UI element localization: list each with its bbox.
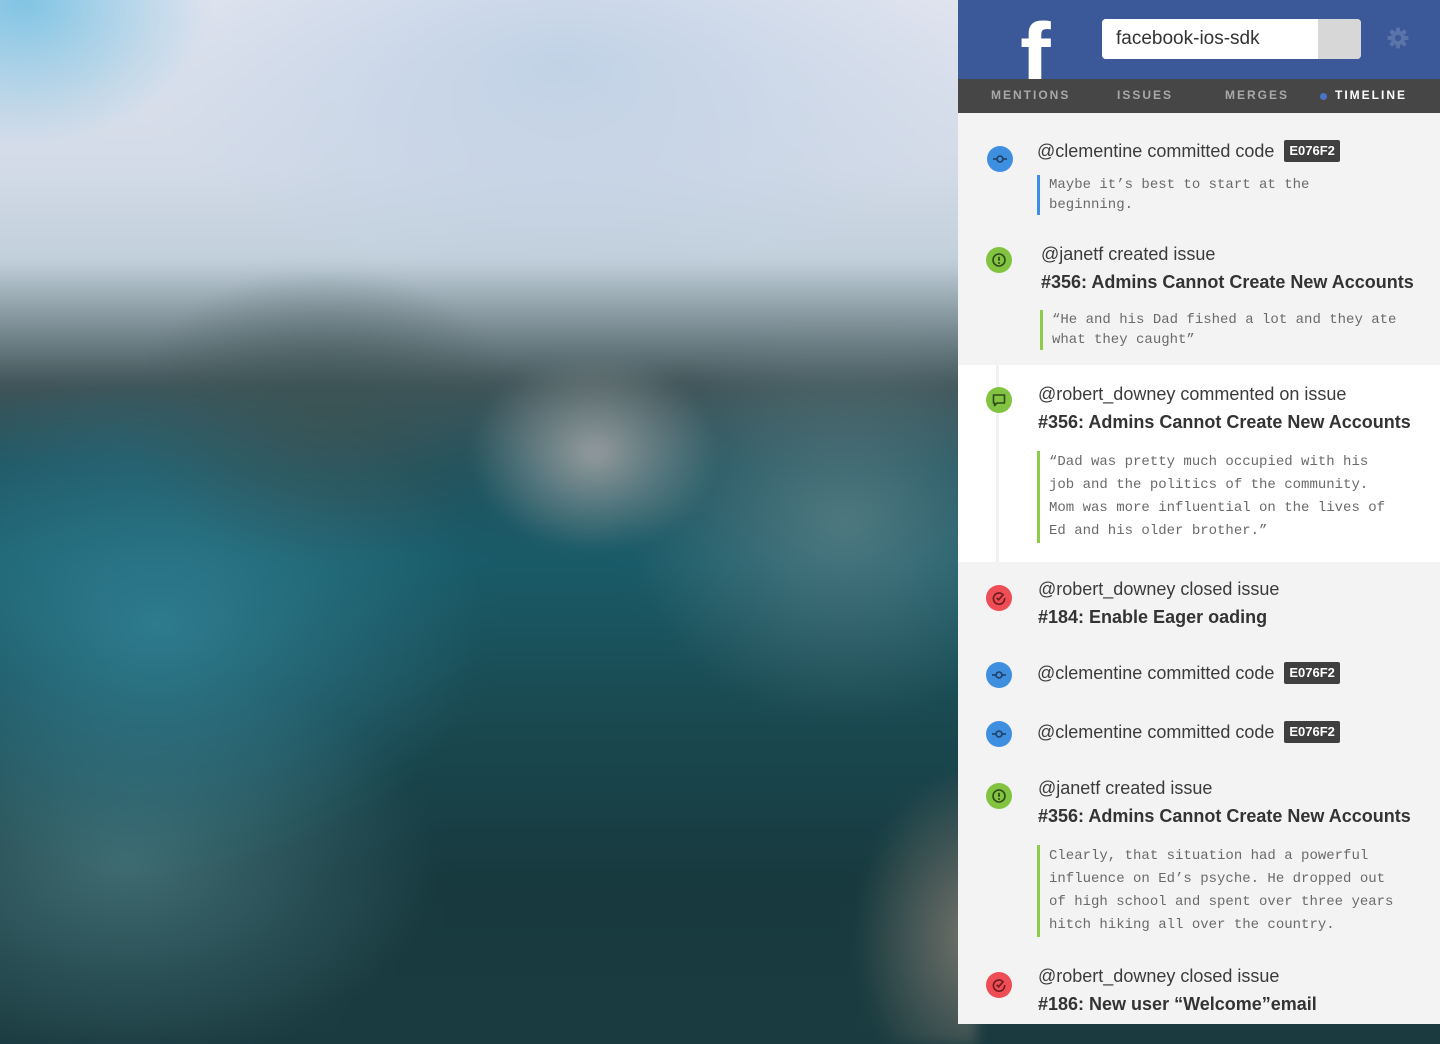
issue-title-link[interactable]: #356: Admins Cannot Create New Accounts	[1038, 806, 1411, 827]
repo-search-button[interactable]	[1318, 19, 1361, 59]
timeline-item[interactable]: @robert_downey closed issue #186: New us…	[958, 954, 1440, 1024]
header-bar: f	[958, 0, 1440, 79]
issue-excerpt: Clearly, that situation had a powerful i…	[1037, 845, 1393, 937]
commit-icon	[987, 146, 1013, 172]
timeline-item[interactable]: @janetf created issue #356: Admins Canno…	[958, 768, 1440, 954]
issue-closed-icon	[986, 972, 1012, 998]
timeline-item-selected[interactable]: @robert_downey commented on issue #356: …	[958, 365, 1440, 562]
timeline-item[interactable]: @robert_downey closed issue #184: Enable…	[958, 562, 1440, 650]
event-text: @robert_downey closed issue	[1038, 579, 1280, 599]
event-text: @janetf created issue	[1038, 778, 1213, 798]
event-text: @clementine committed code E076F2	[1037, 662, 1340, 684]
commit-icon	[986, 721, 1012, 747]
commit-hash-badge[interactable]: E076F2	[1284, 662, 1340, 684]
event-text: @clementine committed code E076F2	[1037, 721, 1340, 743]
issue-title-link[interactable]: #356: Admins Cannot Create New Accounts	[1038, 412, 1411, 433]
active-tab-indicator	[1320, 93, 1327, 100]
tab-mentions[interactable]: MENTIONS	[991, 79, 1070, 113]
event-text: @janetf created issue	[1041, 244, 1216, 264]
timeline-item[interactable]: @janetf created issue #356: Admins Canno…	[958, 238, 1440, 365]
commit-message: Maybe it’s best to start at the beginnin…	[1037, 175, 1309, 215]
issue-closed-icon	[986, 585, 1012, 611]
issue-title-link[interactable]: #356: Admins Cannot Create New Accounts	[1041, 272, 1414, 293]
repo-search-input[interactable]	[1102, 19, 1318, 59]
gear-icon[interactable]	[1386, 26, 1410, 50]
issue-excerpt: “He and his Dad fished a lot and they at…	[1040, 310, 1396, 350]
timeline-panel: f MENTIONS	[958, 0, 1440, 1024]
tab-issues[interactable]: ISSUES	[1117, 79, 1173, 113]
commit-hash-badge[interactable]: E076F2	[1284, 140, 1340, 162]
comment-excerpt: “Dad was pretty much occupied with his j…	[1037, 451, 1385, 543]
issue-title-link[interactable]: #186: New user “Welcome”email	[1038, 994, 1317, 1015]
timeline-item[interactable]: @clementine committed code E076F2 Maybe i…	[958, 113, 1440, 238]
event-text: @robert_downey commented on issue	[1038, 384, 1347, 404]
tab-timeline-label: TIMELINE	[1335, 88, 1407, 102]
tab-timeline[interactable]: TIMELINE	[1320, 79, 1407, 113]
timeline-item[interactable]: @clementine committed code E076F2	[958, 650, 1440, 709]
timeline-item[interactable]: @clementine committed code E076F2	[958, 709, 1440, 768]
repo-search	[1102, 19, 1361, 59]
comment-icon	[986, 387, 1012, 413]
issue-title-link[interactable]: #184: Enable Eager oading	[1038, 607, 1267, 628]
issue-opened-icon	[986, 783, 1012, 809]
issue-opened-icon	[986, 247, 1012, 273]
commit-icon	[986, 662, 1012, 688]
event-text: @clementine committed code E076F2	[1037, 140, 1340, 162]
commit-hash-badge[interactable]: E076F2	[1284, 721, 1340, 743]
tab-bar: MENTIONS ISSUES MERGES TIMELINE	[958, 79, 1440, 113]
blurred-background-image	[0, 0, 978, 1044]
tab-merges[interactable]: MERGES	[1225, 79, 1289, 113]
event-text: @robert_downey closed issue	[1038, 966, 1280, 986]
facebook-logo: f	[1020, 5, 1051, 79]
